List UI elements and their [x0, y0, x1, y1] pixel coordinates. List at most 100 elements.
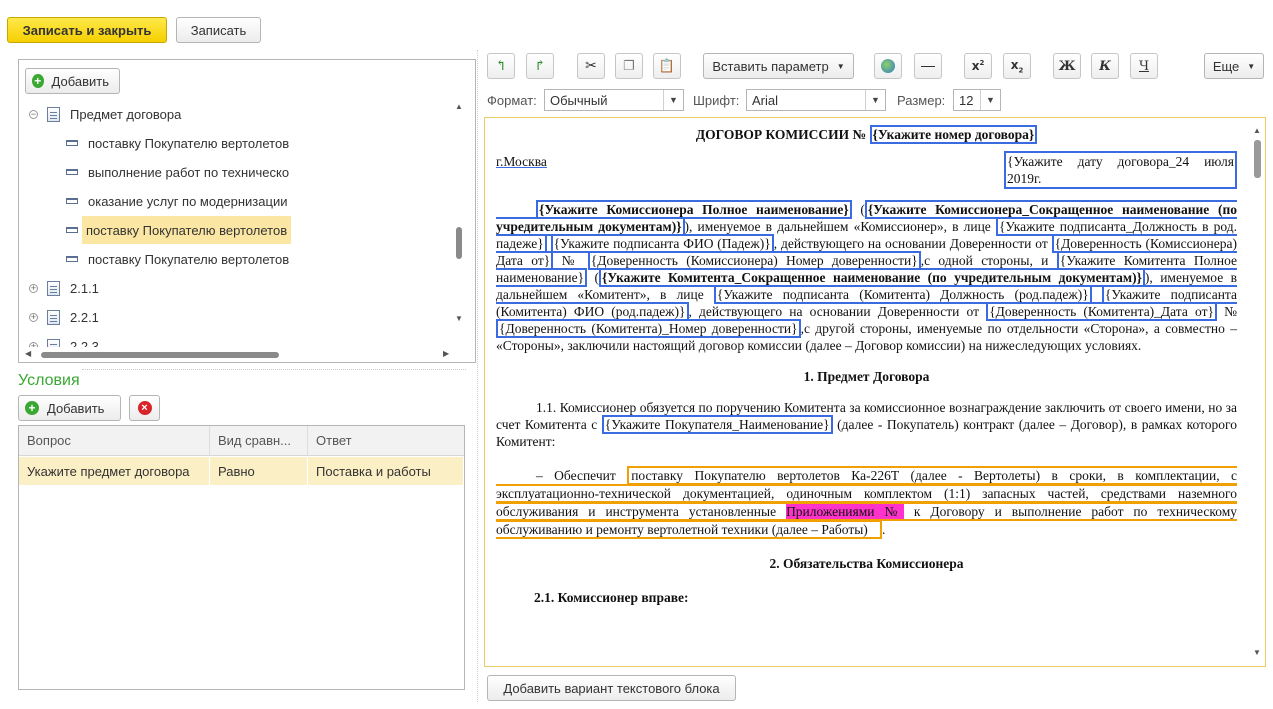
cut-button[interactable]: ✂	[577, 53, 605, 79]
superscript-button[interactable]: x2	[964, 53, 992, 79]
tree-item-label: поставку Покупателю вертолетов	[88, 135, 290, 151]
scroll-down-arrow[interactable]: ▼	[1253, 648, 1261, 657]
section-1-heading: 1. Предмет Договора	[803, 369, 930, 384]
delete-button[interactable]: ×	[129, 395, 160, 421]
doc-text: .	[881, 522, 886, 537]
column-question[interactable]: Вопрос	[19, 426, 210, 456]
tree-item-2-1-1[interactable]: + 2.1.1	[29, 275, 99, 301]
format-label: Формат:	[487, 93, 537, 108]
tree-item[interactable]: поставку Покупателю вертолетов	[66, 130, 289, 156]
document-icon	[47, 309, 60, 325]
save-and-close-button[interactable]: Записать и закрыть	[7, 17, 167, 43]
more-button[interactable]: Еще ▼	[1204, 53, 1264, 79]
section-2-heading: 2. Обязательства Комиссионера	[769, 556, 964, 571]
document-content[interactable]: ДОГОВОР КОМИССИИ № {Укажите номер догово…	[496, 125, 1238, 606]
font-label: Шрифт:	[693, 93, 740, 108]
field-icon	[66, 227, 78, 233]
scroll-thumb[interactable]	[1254, 140, 1261, 178]
dropdown-arrow-icon[interactable]: ▼	[980, 90, 1000, 110]
scroll-down-arrow[interactable]: ▼	[455, 314, 463, 323]
field-icon	[66, 140, 78, 146]
subscript-icon: x2	[1010, 57, 1024, 75]
doc-text: №	[561, 253, 580, 268]
dropdown-arrow-icon[interactable]: ▼	[663, 90, 683, 110]
cell-question[interactable]: Укажите предмет договора	[19, 457, 210, 485]
copy-button[interactable]: ❐	[615, 53, 643, 79]
tree-item-label: 2.2.3	[70, 338, 99, 348]
expand-icon[interactable]: +	[29, 312, 38, 322]
document-icon	[47, 280, 60, 296]
undo-button[interactable]: ↰	[487, 53, 515, 79]
copy-icon: ❐	[623, 58, 635, 74]
scroll-up-arrow[interactable]: ▲	[455, 102, 463, 111]
cell-comparison[interactable]: Равно	[210, 457, 308, 485]
cell-answer[interactable]: Поставка и работы	[308, 457, 464, 485]
tree-panel: + Добавить − Предмет договора поставку П…	[18, 59, 476, 363]
bold-icon: Ж	[1058, 58, 1076, 74]
dropdown-arrow-icon: ▼	[836, 61, 845, 71]
column-comparison[interactable]: Вид сравн...	[210, 426, 308, 456]
conditions-add-button[interactable]: + Добавить	[18, 395, 121, 421]
font-value: Arial	[752, 92, 779, 108]
document-icon	[47, 338, 60, 347]
document-editor[interactable]: ДОГОВОР КОМИССИИ № {Укажите номер догово…	[484, 117, 1266, 667]
insert-parameter-button[interactable]: Вставить параметр ▼	[703, 53, 854, 79]
document-vertical-scrollbar[interactable]: ▲ ▼	[1251, 126, 1263, 658]
param-appendices[interactable]: Приложениями №	[786, 504, 904, 519]
tree-item-label: 2.1.1	[70, 280, 99, 296]
add-text-block-variant-button[interactable]: Добавить вариант текстового блока	[487, 675, 736, 701]
tree-item-selected[interactable]: поставку Покупателю вертолетов	[66, 216, 292, 244]
collapse-icon[interactable]: −	[29, 109, 38, 119]
underline-icon: Ч	[1138, 58, 1150, 74]
subscript-button[interactable]: x2	[1003, 53, 1031, 79]
tree-add-button[interactable]: + Добавить	[25, 68, 120, 94]
field-icon	[66, 198, 78, 204]
scroll-thumb[interactable]	[41, 352, 279, 358]
scroll-right-arrow[interactable]: ▶	[443, 349, 449, 358]
format-select[interactable]: Обычный ▼	[544, 89, 684, 111]
param-contract-date[interactable]: {Укажите дату договора_24 июля 2019г.	[1004, 151, 1237, 189]
scroll-left-arrow[interactable]: ◀	[25, 349, 31, 358]
dropdown-arrow-icon[interactable]: ▼	[865, 90, 885, 110]
doc-text: , действующего на основании Доверенности…	[688, 304, 980, 319]
add-icon: +	[25, 401, 39, 415]
expand-icon[interactable]: +	[29, 283, 38, 293]
bold-button[interactable]: Ж	[1053, 53, 1081, 79]
expand-icon[interactable]: +	[29, 341, 38, 347]
tree-item[interactable]: выполнение работ по техническо	[66, 159, 289, 185]
save-button[interactable]: Записать	[176, 17, 261, 43]
city-text: г.Москва	[496, 154, 547, 169]
size-select[interactable]: 12 ▼	[953, 89, 1001, 111]
tree-item-subject[interactable]: − Предмет договора	[29, 101, 181, 127]
tree-item-label: поставку Покупателю вертолетов	[88, 251, 290, 267]
more-label: Еще	[1212, 58, 1240, 74]
scroll-up-arrow[interactable]: ▲	[1253, 126, 1261, 135]
param-buyer[interactable]: {Укажите Покупателя_Наименование}	[601, 415, 833, 434]
redo-button[interactable]: ↱	[526, 53, 554, 79]
tree-item[interactable]: поставку Покупателю вертолетов	[66, 246, 289, 272]
tree-item-label: Предмет договора	[70, 106, 182, 122]
tree-horizontal-scrollbar[interactable]: ◀ ▶	[23, 349, 453, 361]
underline-button[interactable]: Ч	[1130, 53, 1158, 79]
scroll-thumb[interactable]	[456, 227, 462, 259]
insert-link-button[interactable]	[874, 53, 902, 79]
insert-parameter-label: Вставить параметр	[712, 58, 829, 74]
param-contract-number[interactable]: {Укажите номер договора}	[869, 125, 1038, 144]
conditions-grid: Вопрос Вид сравн... Ответ Укажите предме…	[18, 425, 465, 690]
tree-item[interactable]: оказание услуг по модернизации	[66, 188, 287, 214]
horizontal-line-button[interactable]	[914, 53, 942, 79]
conditions-add-label: Добавить	[47, 400, 105, 416]
param-committent-poa-date[interactable]: {Доверенность (Комитента)_Дата от}	[986, 302, 1217, 321]
splitter[interactable]	[477, 50, 478, 702]
param-committent-poa-number[interactable]: {Доверенность (Комитента)_Номер доверенн…	[496, 319, 801, 338]
paste-button[interactable]: 📋	[653, 53, 681, 79]
redo-icon: ↱	[534, 58, 546, 74]
tree-vertical-scrollbar[interactable]: ▲ ▼	[453, 100, 465, 324]
column-answer[interactable]: Ответ	[308, 426, 464, 456]
italic-button[interactable]: К	[1091, 53, 1119, 79]
clause-2-1: 2.1. Комиссионер вправе:	[534, 590, 689, 605]
field-icon	[66, 256, 78, 262]
tree-item-2-2-1[interactable]: + 2.2.1	[29, 304, 99, 330]
font-select[interactable]: Arial ▼	[746, 89, 886, 111]
tree-item-2-2-3[interactable]: + 2.2.3	[29, 333, 99, 347]
